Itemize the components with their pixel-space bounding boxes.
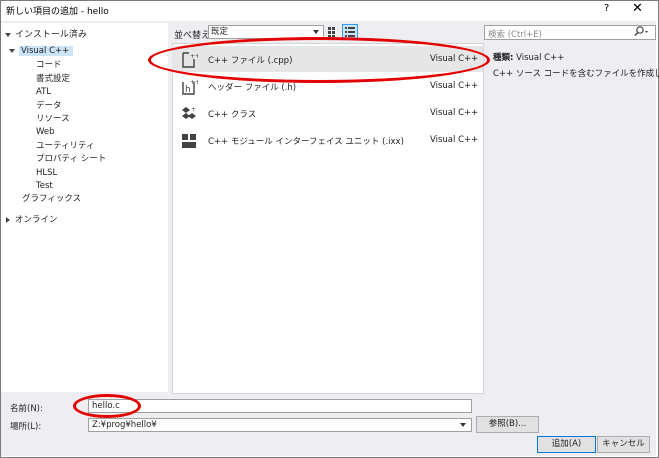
chevron-down-icon bbox=[313, 30, 319, 34]
category-panel bbox=[1, 23, 168, 392]
magnifier-glyph bbox=[634, 26, 648, 36]
template-name: C++ クラス bbox=[208, 110, 257, 120]
tree-item-visual-cpp[interactable]: Visual C++ bbox=[9, 45, 74, 57]
header-file-icon: h ++ bbox=[182, 79, 198, 95]
location-field[interactable]: Z:¥prog¥hello¥ bbox=[88, 418, 472, 432]
annotation-ellipse-name bbox=[73, 394, 141, 418]
window-title: 新しい項目の追加 - hello bbox=[6, 7, 109, 17]
browse-button[interactable]: 参照(B)... bbox=[476, 416, 539, 433]
tree-item-atl[interactable]: ATL bbox=[36, 86, 51, 98]
close-button[interactable]: ✕ bbox=[632, 1, 643, 16]
tree-item-graphics[interactable]: グラフィックス bbox=[22, 193, 81, 205]
details-panel bbox=[484, 43, 656, 392]
tree-item-utility[interactable]: ユーティリティ bbox=[36, 140, 94, 152]
search-placeholder: 検索 (Ctrl+E) bbox=[488, 30, 542, 40]
tree-item-hlsl[interactable]: HLSL bbox=[36, 167, 57, 179]
tree-item-code[interactable]: コード bbox=[36, 59, 62, 71]
svg-text:++: ++ bbox=[190, 79, 198, 86]
expand-icon bbox=[5, 32, 11, 37]
installed-header[interactable]: インストール済み bbox=[5, 27, 87, 40]
cancel-button[interactable]: キャンセル bbox=[597, 436, 650, 453]
template-language: Visual C++ bbox=[430, 135, 479, 145]
help-button[interactable]: ? bbox=[604, 3, 609, 14]
annotation-ellipse-template bbox=[148, 37, 490, 83]
type-value: Visual C++ bbox=[516, 53, 565, 63]
svg-text:+: + bbox=[191, 106, 196, 113]
expand-icon bbox=[9, 48, 15, 53]
template-name: C++ モジュール インターフェイス ユニット (.ixx) bbox=[208, 137, 404, 147]
tree-item-resource[interactable]: リソース bbox=[36, 113, 70, 125]
tree-item-test[interactable]: Test bbox=[36, 180, 53, 192]
template-language: Visual C++ bbox=[430, 81, 479, 91]
name-field[interactable]: hello.c bbox=[88, 399, 472, 413]
template-item-module[interactable]: C++ モジュール インターフェイス ユニット (.ixx) Visual C+… bbox=[172, 127, 483, 153]
name-label: 名前(N): bbox=[10, 404, 43, 414]
tree-item-web[interactable]: Web bbox=[36, 126, 55, 138]
add-button[interactable]: 追加(A) bbox=[537, 436, 596, 453]
template-description: C++ ソース コードを含むファイルを作成します bbox=[493, 69, 659, 79]
svg-text:h: h bbox=[185, 85, 191, 95]
collapse-icon bbox=[6, 216, 10, 223]
online-node[interactable]: オンライン bbox=[6, 214, 58, 226]
search-icon[interactable] bbox=[632, 25, 650, 42]
template-name: ヘッダー ファイル (.h) bbox=[208, 83, 297, 93]
chevron-down-icon[interactable] bbox=[460, 423, 466, 427]
class-icon: + bbox=[182, 106, 196, 119]
tree-item-label: Visual C++ bbox=[19, 46, 74, 56]
tree-item-data[interactable]: データ bbox=[36, 100, 62, 112]
tree-item-formatting[interactable]: 書式設定 bbox=[36, 73, 70, 85]
template-language: Visual C++ bbox=[430, 108, 479, 118]
template-item-class[interactable]: + C++ クラス Visual C++ bbox=[172, 100, 483, 126]
tree-item-property-sheet[interactable]: プロパティ シート bbox=[36, 153, 106, 165]
installed-label: インストール済み bbox=[15, 30, 87, 40]
online-label: オンライン bbox=[15, 215, 58, 225]
module-icon bbox=[182, 134, 196, 148]
type-line: 種類: Visual C++ bbox=[493, 51, 564, 63]
location-label: 場所(L): bbox=[10, 422, 42, 432]
type-label: 種類: bbox=[493, 53, 514, 63]
